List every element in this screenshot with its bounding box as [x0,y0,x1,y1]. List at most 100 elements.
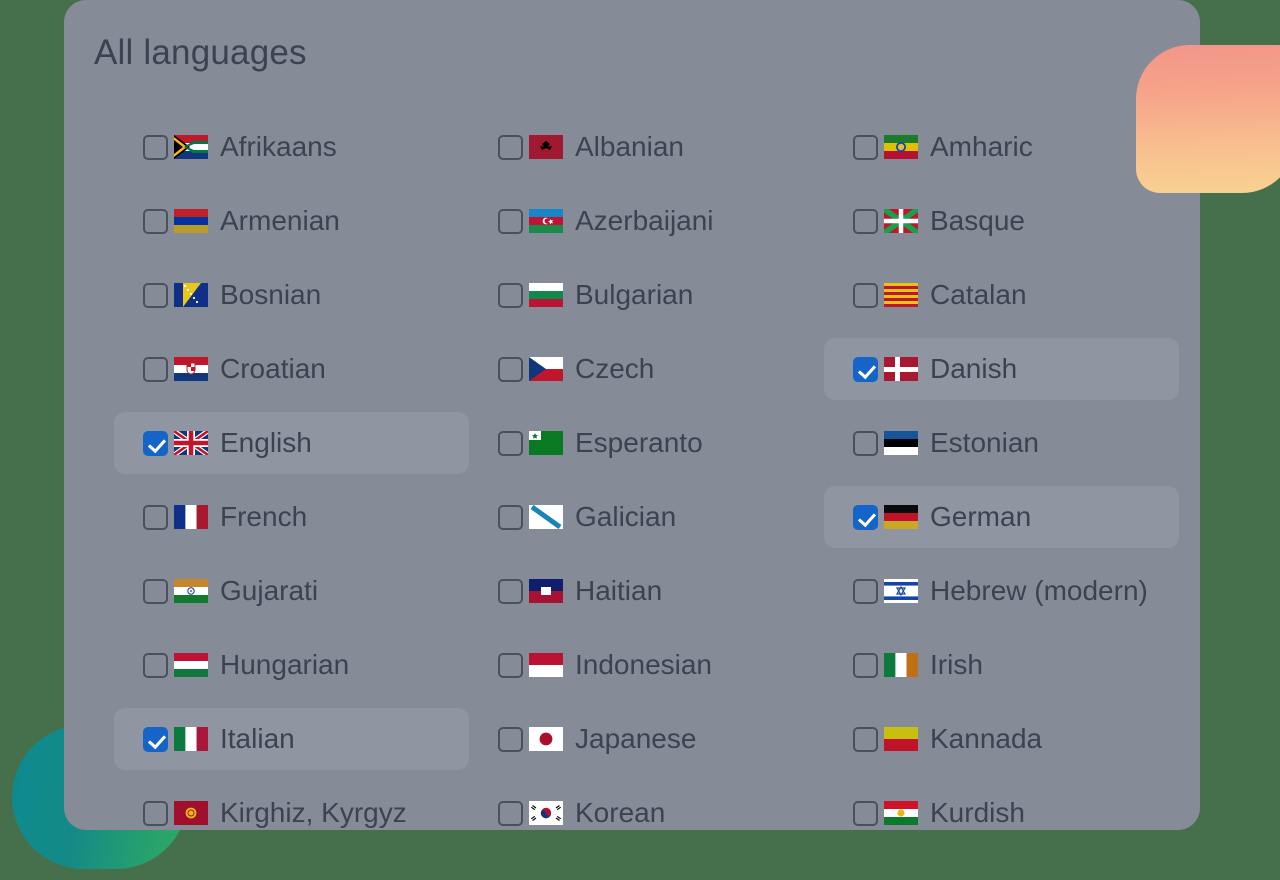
checkbox-italian[interactable] [143,726,168,752]
language-row-armenian[interactable]: Armenian [114,190,469,252]
flag-icon [174,505,208,529]
checkbox-esperanto[interactable] [498,430,523,456]
language-row-croatian[interactable]: Croatian [114,338,469,400]
checkbox-catalan[interactable] [853,282,878,308]
flag-icon [884,801,918,825]
checkbox-hungarian[interactable] [143,652,168,678]
checkbox-afrikaans[interactable] [143,134,168,160]
language-row-indonesian[interactable]: Indonesian [469,634,824,696]
language-label: Czech [575,353,655,384]
language-label: Haitian [575,575,663,606]
checkbox-gujarati[interactable] [143,578,168,604]
language-label: Bosnian [220,279,322,310]
language-label: Indonesian [575,649,713,680]
checkbox-korean[interactable] [498,800,523,826]
language-label: Kirghiz, Kyrgyz [220,797,407,828]
language-label: Kurdish [930,797,1025,828]
checkbox-bosnian[interactable] [143,282,168,308]
flag-icon [884,505,918,529]
language-row-basque[interactable]: Basque [824,190,1179,252]
language-row-afrikaans[interactable]: Afrikaans [114,116,469,178]
language-row-irish[interactable]: Irish [824,634,1179,696]
language-label: Catalan [930,279,1027,310]
checkbox-haitian[interactable] [498,578,523,604]
language-label: Azerbaijani [575,205,714,236]
flag-icon [174,283,208,307]
flag-icon [174,135,208,159]
checkbox-galician[interactable] [498,504,523,530]
language-row-galician[interactable]: Galician [469,486,824,548]
language-row-bosnian[interactable]: Bosnian [114,264,469,326]
language-row-kannada[interactable]: Kannada [824,708,1179,770]
language-row-danish[interactable]: Danish [824,338,1179,400]
language-label: Albanian [575,131,684,162]
language-row-german[interactable]: German [824,486,1179,548]
checkbox-czech[interactable] [498,356,523,382]
flag-icon [884,431,918,455]
flag-icon [529,431,563,455]
checkbox-japanese[interactable] [498,726,523,752]
checkbox-hebrew-modern[interactable] [853,578,878,604]
language-label: Korean [575,797,666,828]
language-row-italian[interactable]: Italian [114,708,469,770]
flag-icon [884,357,918,381]
language-row-japanese[interactable]: Japanese [469,708,824,770]
language-row-albanian[interactable]: Albanian [469,116,824,178]
language-label: Italian [220,723,295,754]
flag-icon [884,283,918,307]
language-row-hungarian[interactable]: Hungarian [114,634,469,696]
language-row-estonian[interactable]: Estonian [824,412,1179,474]
language-row-hebrew-modern[interactable]: Hebrew (modern) [824,560,1179,622]
flag-icon [529,209,563,233]
language-label: Estonian [930,427,1039,458]
language-row-french[interactable]: French [114,486,469,548]
checkbox-irish[interactable] [853,652,878,678]
checkbox-german[interactable] [853,504,878,530]
flag-icon [884,653,918,677]
language-row-amharic[interactable]: Amharic [824,116,1179,178]
checkbox-albanian[interactable] [498,134,523,160]
language-label: Gujarati [220,575,319,606]
flag-icon [174,727,208,751]
language-row-catalan[interactable]: Catalan [824,264,1179,326]
language-row-bulgarian[interactable]: Bulgarian [469,264,824,326]
language-row-kurdish[interactable]: Kurdish [824,782,1179,830]
language-label: Basque [930,205,1025,236]
flag-icon [174,653,208,677]
all-languages-panel: All languages Afrikaans Albanian Amharic Ar… [64,0,1200,830]
language-row-english[interactable]: English [114,412,469,474]
checkbox-kirghiz-kyrgyz[interactable] [143,800,168,826]
language-row-czech[interactable]: Czech [469,338,824,400]
language-row-haitian[interactable]: Haitian [469,560,824,622]
checkbox-english[interactable] [143,430,168,456]
language-row-kirghiz-kyrgyz[interactable]: Kirghiz, Kyrgyz [114,782,469,830]
language-label: Esperanto [575,427,703,458]
checkbox-french[interactable] [143,504,168,530]
checkbox-basque[interactable] [853,208,878,234]
checkbox-bulgarian[interactable] [498,282,523,308]
language-row-gujarati[interactable]: Gujarati [114,560,469,622]
checkbox-kurdish[interactable] [853,800,878,826]
flag-icon [529,135,563,159]
checkbox-azerbaijani[interactable] [498,208,523,234]
checkbox-armenian[interactable] [143,208,168,234]
language-row-azerbaijani[interactable]: Azerbaijani [469,190,824,252]
language-label: Japanese [575,723,697,754]
checkbox-amharic[interactable] [853,134,878,160]
checkbox-indonesian[interactable] [498,652,523,678]
page-root: All languages Afrikaans Albanian Amharic Ar… [0,0,1280,880]
flag-icon [174,801,208,825]
checkbox-danish[interactable] [853,356,878,382]
language-row-korean[interactable]: Korean [469,782,824,830]
checkbox-estonian[interactable] [853,430,878,456]
checkbox-kannada[interactable] [853,726,878,752]
language-label: Amharic [930,131,1033,162]
flag-icon [174,579,208,603]
flag-icon [529,801,563,825]
decorative-peach-blob [1136,45,1280,193]
checkbox-croatian[interactable] [143,356,168,382]
flag-icon [884,727,918,751]
language-label: French [220,501,308,532]
language-label: Bulgarian [575,279,694,310]
language-row-esperanto[interactable]: Esperanto [469,412,824,474]
